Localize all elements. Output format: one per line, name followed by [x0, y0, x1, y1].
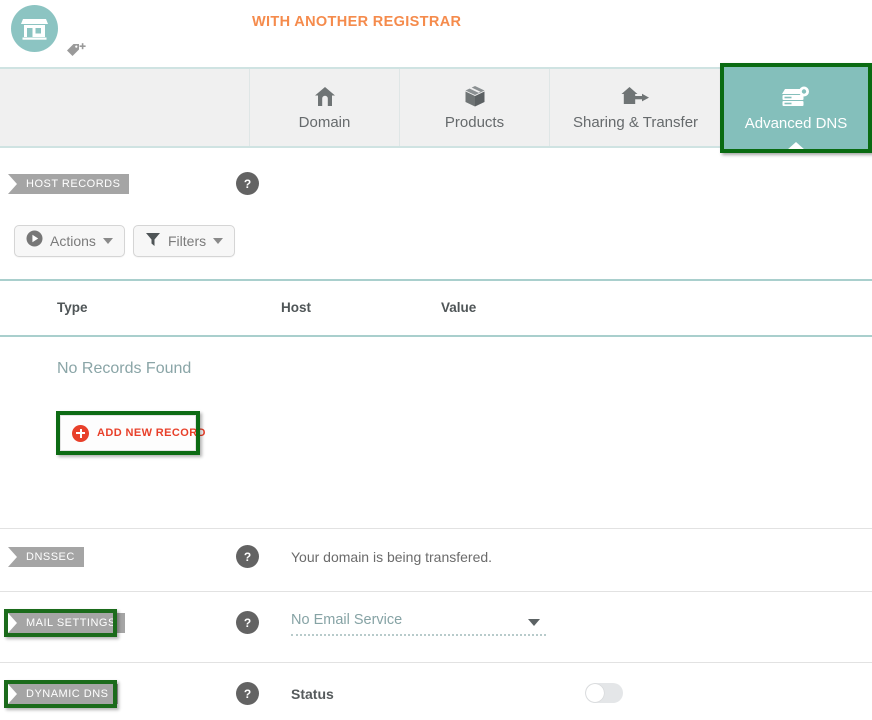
- tab-domain[interactable]: Domain: [250, 69, 400, 146]
- actions-button-label: Actions: [50, 233, 96, 249]
- add-new-record-label: ADD NEW RECORD: [97, 427, 206, 439]
- tab-products[interactable]: Products: [400, 69, 550, 146]
- tab-products-label: Products: [444, 114, 505, 131]
- records-table-top-rule: [0, 279, 872, 281]
- plus-circle-icon: [72, 424, 89, 442]
- dynamic-dns-status-label: Status: [291, 686, 334, 702]
- help-icon-mail-settings[interactable]: ?: [236, 611, 259, 634]
- help-icon-dnssec-label: ?: [243, 549, 252, 564]
- tab-bar-spacer: [0, 69, 250, 146]
- tab-sharing-transfer-label: Sharing & Transfer: [572, 114, 699, 131]
- chevron-down-icon-actions: [102, 238, 113, 244]
- filters-button[interactable]: Filters: [133, 225, 236, 257]
- help-icon-dynamic-dns[interactable]: ?: [236, 682, 259, 705]
- chevron-down-icon-email-service: [528, 619, 540, 626]
- section-ribbon-dynamic-dns: DYNAMIC DNS: [8, 684, 118, 704]
- tab-domain-label: Domain: [298, 114, 351, 131]
- add-new-record-button[interactable]: ADD NEW RECORD: [60, 415, 205, 451]
- help-icon-dnssec[interactable]: ?: [236, 545, 259, 568]
- tab-advanced-dns-label: Advanced DNS: [744, 114, 848, 132]
- records-table-bottom-rule: [0, 335, 872, 337]
- empty-state-message: No Records Found: [57, 360, 192, 377]
- tab-active-pointer: [787, 142, 805, 150]
- advanced-dns-page: WITH ANOTHER REGISTRAR Domain Products S…: [0, 0, 872, 720]
- help-icon-host-records-label: ?: [243, 176, 252, 191]
- column-header-value: Value: [441, 300, 477, 315]
- page-header: WITH ANOTHER REGISTRAR: [0, 0, 872, 62]
- tab-advanced-dns-wrapper: Advanced DNS: [720, 63, 872, 153]
- tab-advanced-dns[interactable]: Advanced DNS: [724, 67, 868, 150]
- registrar-title: WITH ANOTHER REGISTRAR: [252, 14, 462, 30]
- storefront-icon: [21, 16, 48, 41]
- dynamic-dns-status-toggle[interactable]: [585, 683, 623, 703]
- section-ribbon-mail-settings: MAIL SETTINGS: [8, 613, 125, 633]
- email-service-dropdown[interactable]: No Email Service: [291, 610, 546, 636]
- divider-above-dnssec: [0, 528, 872, 529]
- tab-sharing-transfer[interactable]: Sharing & Transfer: [550, 69, 722, 146]
- section-ribbon-dnssec: DNSSEC: [8, 547, 84, 567]
- help-icon-dynamic-dns-label: ?: [243, 686, 252, 701]
- toggle-knob: [586, 684, 604, 702]
- section-ribbon-dynamic-dns-label: DYNAMIC DNS: [26, 688, 109, 700]
- divider-above-mail-settings: [0, 591, 872, 592]
- filters-button-label: Filters: [168, 233, 207, 249]
- dnssec-message: Your domain is being transfered.: [291, 549, 493, 565]
- chevron-down-icon-filters: [213, 238, 224, 244]
- section-ribbon-mail-settings-label: MAIL SETTINGS: [26, 617, 116, 629]
- avatar: [11, 5, 58, 52]
- section-ribbon-host-records-label: HOST RECORDS: [26, 178, 121, 190]
- filter-funnel-icon: [145, 231, 161, 252]
- help-icon-host-records[interactable]: ?: [236, 172, 259, 195]
- email-service-dropdown-value: No Email Service: [291, 612, 403, 628]
- actions-button[interactable]: Actions: [14, 225, 125, 257]
- column-header-type: Type: [57, 300, 88, 315]
- server-icon: [781, 85, 811, 109]
- play-circle-icon: [26, 230, 43, 252]
- home-icon: [314, 84, 336, 108]
- box-icon: [464, 84, 486, 108]
- section-ribbon-dnssec-label: DNSSEC: [26, 551, 75, 563]
- home-transfer-icon: [621, 84, 651, 108]
- help-icon-mail-settings-label: ?: [243, 615, 252, 630]
- tag-plus-icon: [66, 42, 86, 60]
- section-ribbon-host-records: HOST RECORDS: [8, 174, 130, 194]
- divider-above-dynamic-dns: [0, 662, 872, 663]
- column-header-host: Host: [281, 300, 311, 315]
